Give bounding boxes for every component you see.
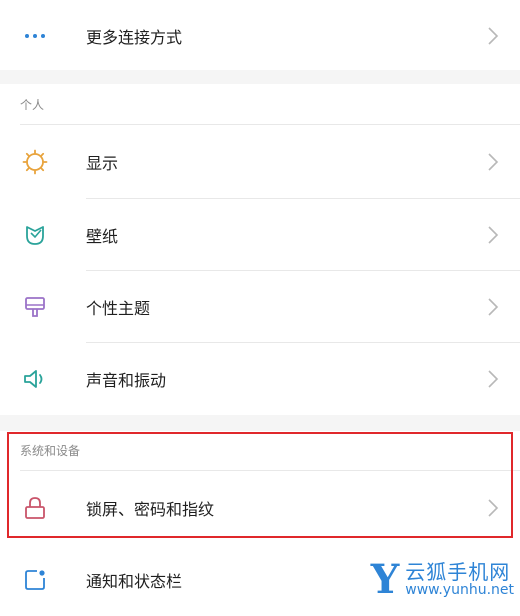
chevron-right-icon [488, 27, 499, 45]
settings-item-display[interactable]: 显示 [0, 126, 520, 198]
divider [20, 124, 520, 125]
chevron-right-icon [488, 153, 499, 171]
theme-brush-icon [25, 297, 45, 317]
settings-item-label: 通知和状态栏 [86, 572, 183, 591]
chevron-right-icon [488, 370, 499, 388]
section-separator [0, 415, 520, 431]
settings-item-wallpaper[interactable]: 壁纸 [0, 199, 520, 271]
watermark-letter: Y [370, 556, 400, 603]
settings-item-label: 壁纸 [86, 227, 119, 246]
chevron-right-icon [488, 298, 499, 316]
settings-item-theme[interactable]: 个性主题 [0, 271, 520, 343]
wallpaper-tulip-icon [26, 226, 44, 245]
settings-item-label: 声音和振动 [86, 371, 167, 390]
settings-item-more-connections[interactable]: 更多连接方式 [0, 0, 520, 72]
watermark-name: 云狐手机网 [405, 560, 511, 585]
settings-item-label: 显示 [86, 154, 119, 173]
highlight-annotation-box [7, 432, 513, 538]
settings-item-label: 个性主题 [86, 299, 151, 318]
chevron-right-icon [488, 226, 499, 244]
settings-item-label: 更多连接方式 [86, 28, 183, 47]
section-separator [0, 70, 520, 84]
watermark-url: www.yunhu.net [405, 582, 514, 599]
section-title-personal: 个人 [20, 98, 45, 112]
sun-icon [22, 149, 48, 175]
notification-icon [25, 570, 45, 590]
settings-item-sound[interactable]: 声音和振动 [0, 343, 520, 415]
more-dots-icon [25, 34, 45, 38]
watermark-logo: Y 云狐手机网 www.yunhu.net [371, 558, 514, 602]
speaker-icon [24, 370, 43, 388]
